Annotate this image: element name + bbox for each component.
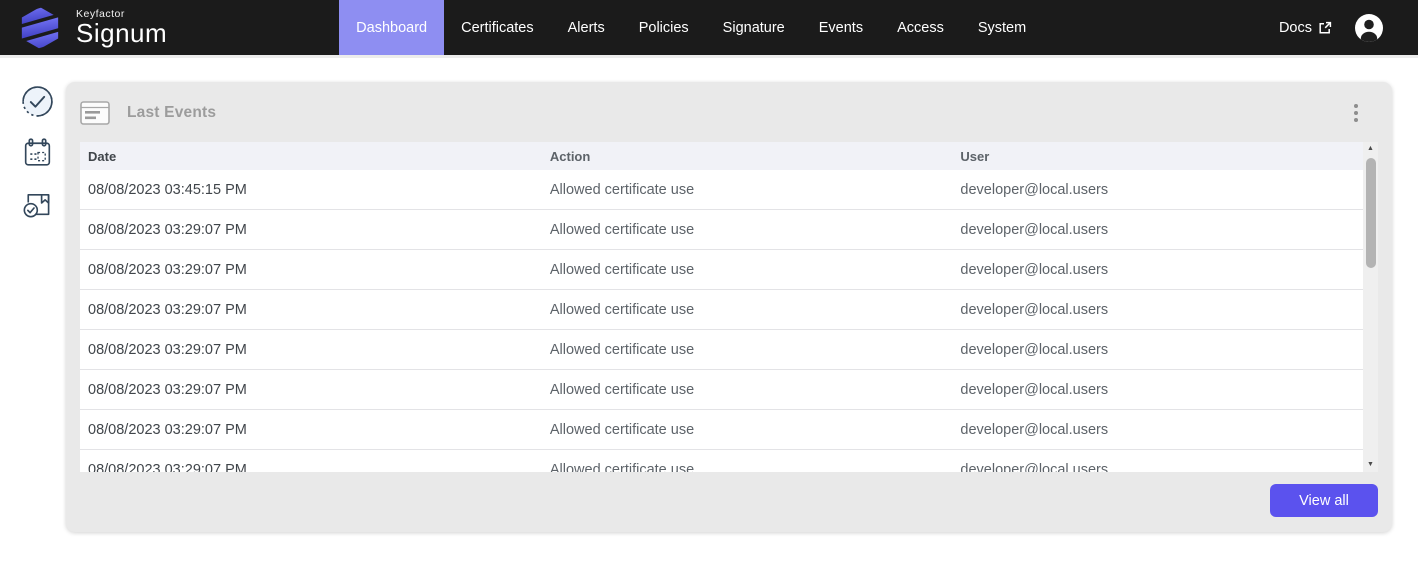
column-header-user: User	[952, 149, 1363, 164]
cell-user: developer@local.users	[952, 422, 1363, 438]
nav-right-group: Docs	[1279, 0, 1418, 55]
brand-logo[interactable]: Keyfactor Signum	[0, 0, 167, 55]
event-list-icon	[80, 101, 110, 125]
column-header-date: Date	[80, 149, 542, 164]
side-rail	[18, 82, 56, 222]
main-menu: DashboardCertificatesAlertsPoliciesSigna…	[339, 0, 1043, 55]
table-row: 08/08/2023 03:29:07 PMAllowed certificat…	[80, 450, 1363, 472]
last-events-card: Last Events DateActionUser 08/08/2023 03…	[66, 82, 1392, 532]
cell-action: Allowed certificate use	[542, 182, 953, 198]
cell-action: Allowed certificate use	[542, 382, 953, 398]
cell-user: developer@local.users	[952, 342, 1363, 358]
cell-action: Allowed certificate use	[542, 462, 953, 473]
cell-date: 08/08/2023 03:29:07 PM	[80, 462, 542, 473]
cell-date: 08/08/2023 03:45:15 PM	[80, 182, 542, 198]
docs-label: Docs	[1279, 20, 1312, 36]
scroll-up-icon[interactable]: ▲	[1367, 142, 1374, 156]
cell-action: Allowed certificate use	[542, 342, 953, 358]
table-row: 08/08/2023 03:29:07 PMAllowed certificat…	[80, 370, 1363, 410]
top-navigation: Keyfactor Signum DashboardCertificatesAl…	[0, 0, 1418, 58]
nav-item-policies[interactable]: Policies	[622, 0, 706, 55]
cell-user: developer@local.users	[952, 382, 1363, 398]
table-row: 08/08/2023 03:29:07 PMAllowed certificat…	[80, 210, 1363, 250]
keyfactor-logo-icon	[18, 6, 62, 50]
cell-action: Allowed certificate use	[542, 302, 953, 318]
events-table: DateActionUser 08/08/2023 03:45:15 PMAll…	[80, 142, 1378, 472]
table-row: 08/08/2023 03:29:07 PMAllowed certificat…	[80, 250, 1363, 290]
card-footer: View all	[80, 484, 1378, 517]
nav-item-certificates[interactable]: Certificates	[444, 0, 551, 55]
card-options-kebab-icon[interactable]	[1350, 100, 1362, 126]
nav-item-events[interactable]: Events	[802, 0, 880, 55]
brand-text: Keyfactor Signum	[76, 8, 167, 47]
table-viewport: DateActionUser 08/08/2023 03:45:15 PMAll…	[80, 142, 1363, 472]
view-all-button[interactable]: View all	[1270, 484, 1378, 517]
cell-date: 08/08/2023 03:29:07 PM	[80, 342, 542, 358]
cell-user: developer@local.users	[952, 462, 1363, 473]
docs-link[interactable]: Docs	[1279, 20, 1332, 36]
user-avatar[interactable]	[1354, 13, 1384, 43]
table-header-row: DateActionUser	[80, 142, 1363, 170]
nav-item-access[interactable]: Access	[880, 0, 961, 55]
card-title: Last Events	[127, 104, 216, 122]
nav-item-system[interactable]: System	[961, 0, 1043, 55]
card-header: Last Events	[80, 98, 1378, 128]
table-row: 08/08/2023 03:45:15 PMAllowed certificat…	[80, 170, 1363, 210]
column-header-action: Action	[542, 149, 953, 164]
cell-date: 08/08/2023 03:29:07 PM	[80, 302, 542, 318]
cell-action: Allowed certificate use	[542, 262, 953, 278]
cell-date: 08/08/2023 03:29:07 PM	[80, 382, 542, 398]
nav-item-alerts[interactable]: Alerts	[551, 0, 622, 55]
verify-check-icon[interactable]	[18, 82, 56, 120]
cell-user: developer@local.users	[952, 262, 1363, 278]
cell-date: 08/08/2023 03:29:07 PM	[80, 262, 542, 278]
cell-action: Allowed certificate use	[542, 222, 953, 238]
cell-user: developer@local.users	[952, 302, 1363, 318]
table-row: 08/08/2023 03:29:07 PMAllowed certificat…	[80, 330, 1363, 370]
scroll-down-icon[interactable]: ▼	[1367, 458, 1374, 472]
nav-item-signature[interactable]: Signature	[706, 0, 802, 55]
table-scrollbar[interactable]: ▲ ▼	[1363, 142, 1378, 472]
calendar-icon[interactable]	[18, 133, 56, 171]
table-row: 08/08/2023 03:29:07 PMAllowed certificat…	[80, 410, 1363, 450]
cell-date: 08/08/2023 03:29:07 PM	[80, 222, 542, 238]
brand-product: Signum	[76, 20, 167, 47]
cell-date: 08/08/2023 03:29:07 PM	[80, 422, 542, 438]
page-body: Last Events DateActionUser 08/08/2023 03…	[0, 58, 1418, 561]
cell-user: developer@local.users	[952, 222, 1363, 238]
table-row: 08/08/2023 03:29:07 PMAllowed certificat…	[80, 290, 1363, 330]
nav-item-dashboard[interactable]: Dashboard	[339, 0, 444, 55]
cell-user: developer@local.users	[952, 182, 1363, 198]
table-body: 08/08/2023 03:45:15 PMAllowed certificat…	[80, 170, 1363, 472]
scrollbar-thumb[interactable]	[1366, 158, 1376, 268]
external-link-icon	[1318, 21, 1332, 35]
cell-action: Allowed certificate use	[542, 422, 953, 438]
signing-log-icon[interactable]	[18, 184, 56, 222]
